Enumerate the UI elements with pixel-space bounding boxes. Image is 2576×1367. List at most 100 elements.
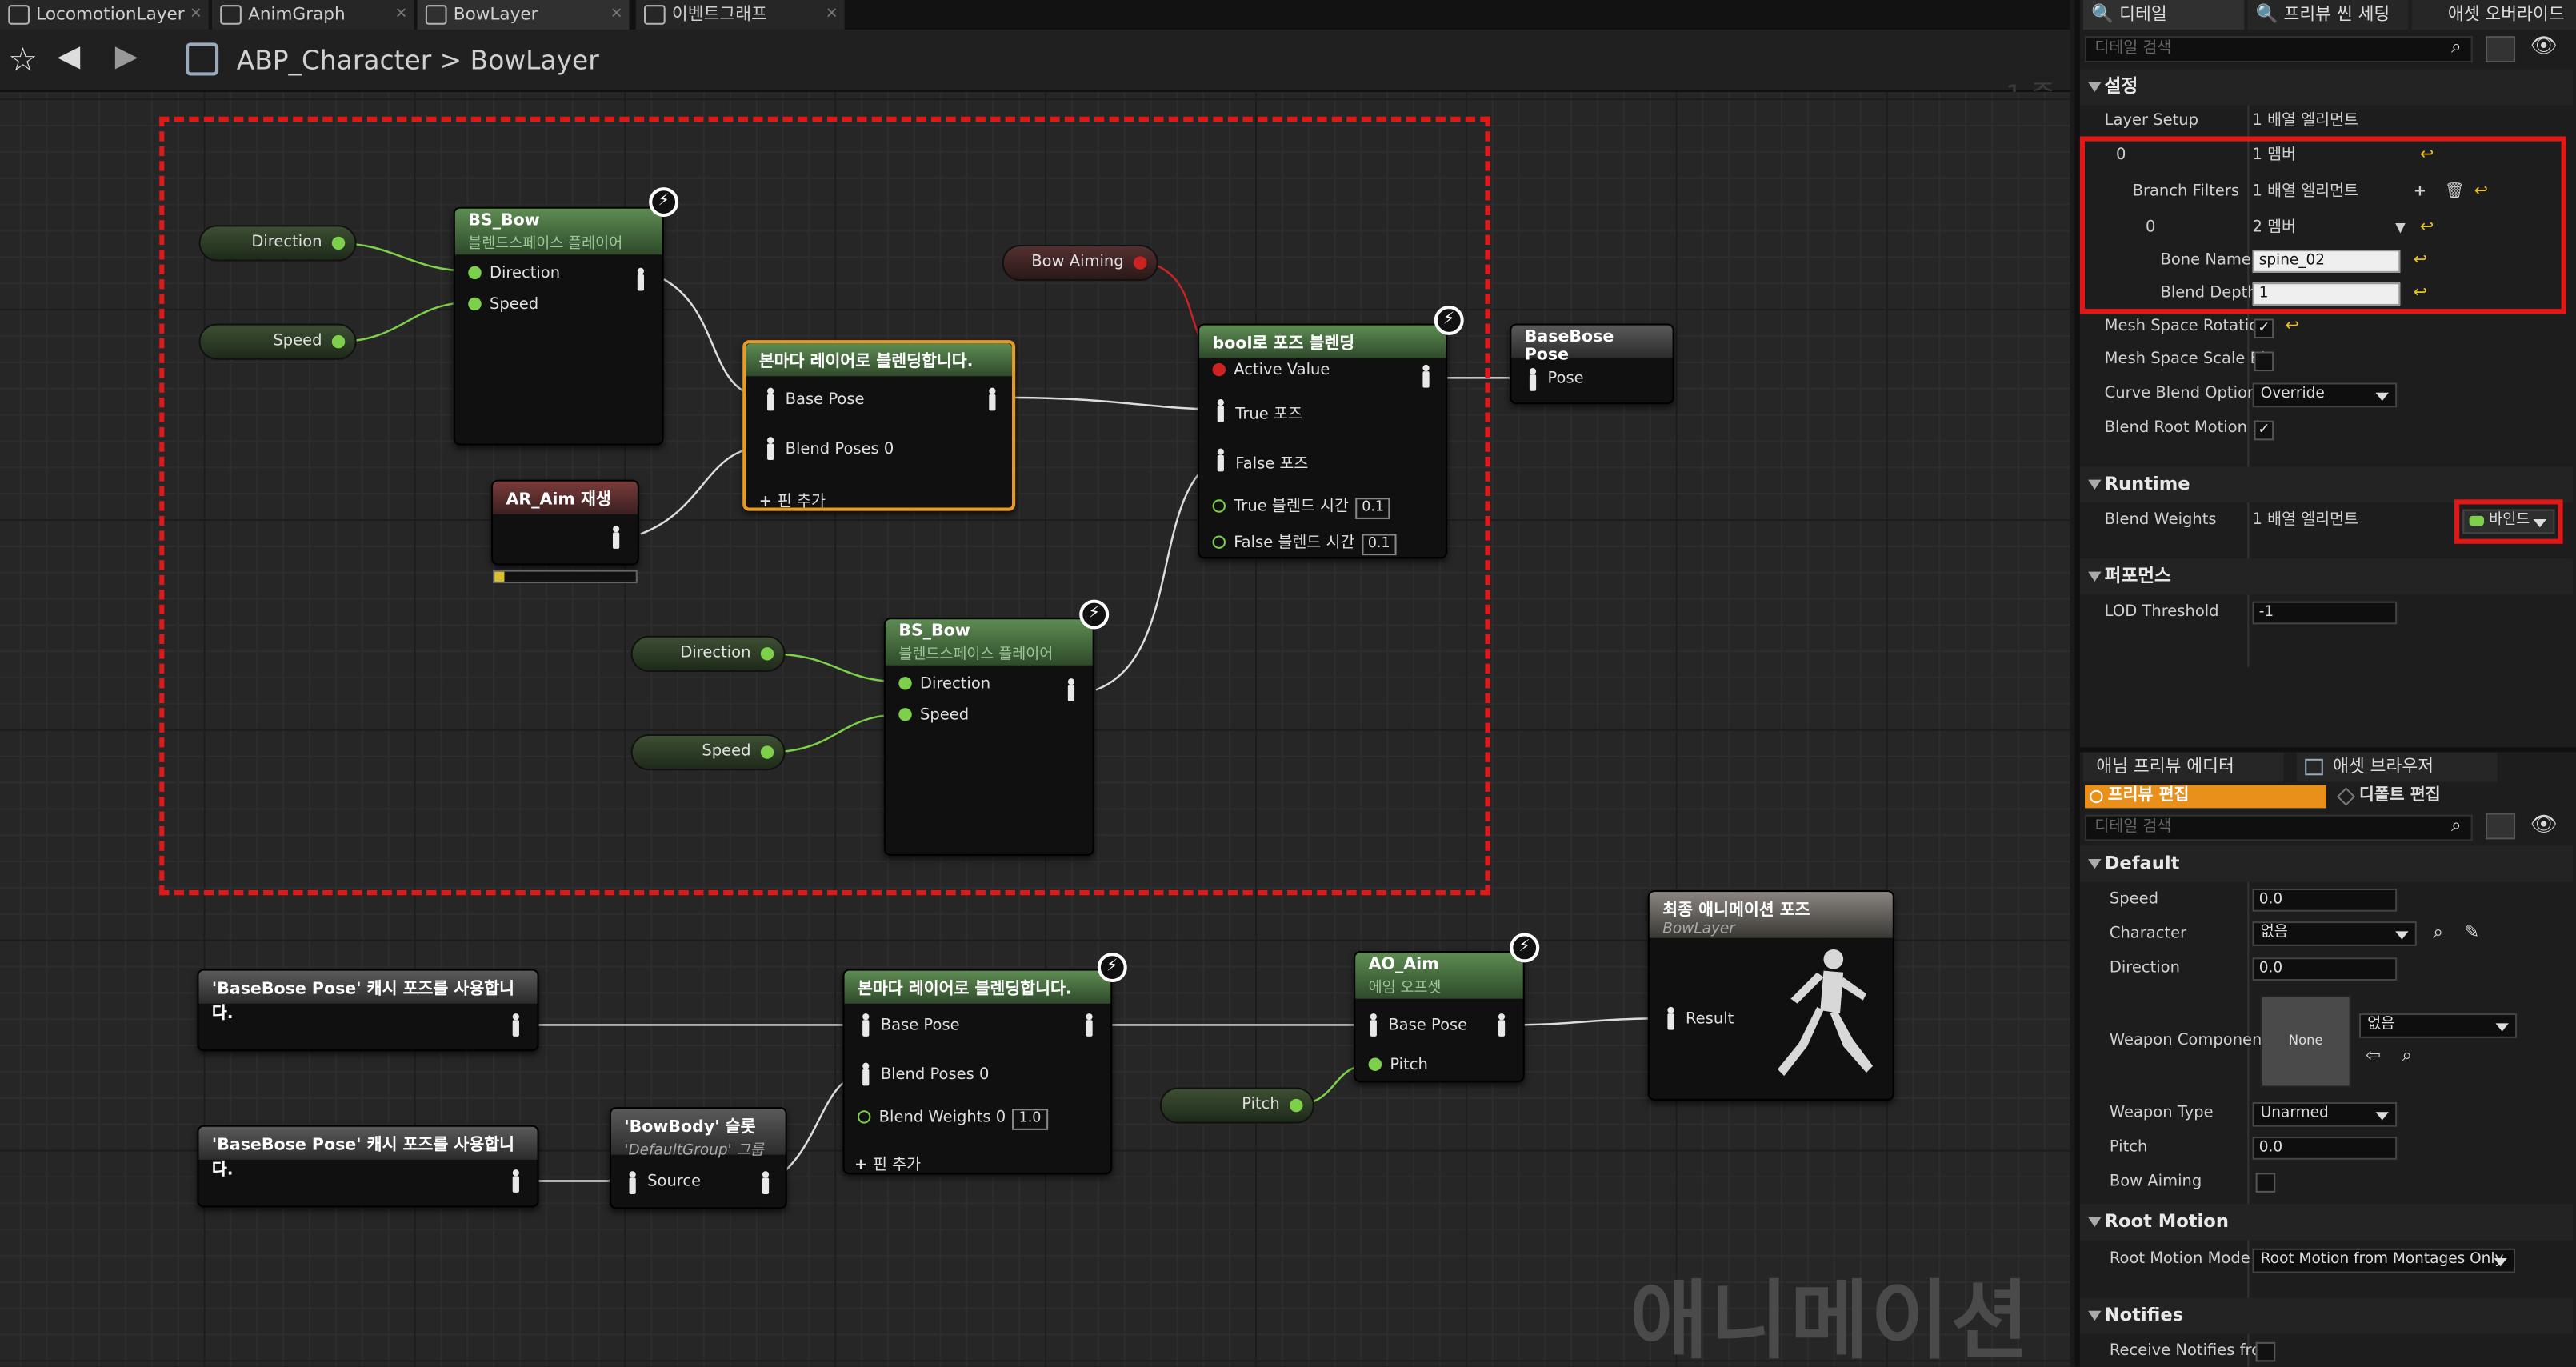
speed-variable-2[interactable]: Speed xyxy=(630,733,786,771)
pose-output-pin[interactable] xyxy=(611,526,621,549)
pose-output-pin[interactable] xyxy=(511,1169,521,1193)
defaults-edit-toggle[interactable]: 디폴트 편집 xyxy=(2336,785,2566,809)
pitch-pin[interactable]: Pitch xyxy=(1368,1056,1428,1074)
pose-input-pin[interactable] xyxy=(1528,368,1538,391)
weapon-component-dropdown[interactable]: 없음 xyxy=(2358,1013,2518,1038)
view-options-grid-icon[interactable] xyxy=(2486,36,2516,63)
tab-asset-browser[interactable]: 애셋 브라우저 xyxy=(2296,752,2498,782)
settings-section-header[interactable]: 설정 xyxy=(2079,69,2573,106)
mesh-space-scale-checkbox[interactable] xyxy=(2254,351,2274,372)
pose-output-pin[interactable] xyxy=(511,1013,521,1037)
weapon-thumbnail[interactable]: None xyxy=(2260,995,2351,1088)
sequence-player-node[interactable]: AR_Aim 재생 xyxy=(491,479,639,566)
aim-offset-node[interactable]: AO_Aim 에임 오프셋 Base Pose Pitch xyxy=(1354,951,1525,1083)
bow-aiming-variable[interactable]: Bow Aiming xyxy=(1002,244,1158,282)
mesh-space-rotation-checkbox[interactable]: ✓ xyxy=(2254,318,2274,339)
output-pin[interactable] xyxy=(760,745,774,759)
speed-pin[interactable]: Speed xyxy=(898,706,969,725)
output-pin[interactable] xyxy=(1290,1098,1303,1113)
source-input-pin[interactable] xyxy=(627,1171,637,1194)
blend-weight-value[interactable]: 1.0 xyxy=(1012,1109,1048,1130)
result-input-pin[interactable] xyxy=(1666,1006,1675,1030)
base-pose-input-pin[interactable] xyxy=(861,1013,870,1037)
speed-field[interactable]: 0.0 xyxy=(2252,888,2398,912)
output-pin[interactable] xyxy=(1133,256,1147,270)
eye-icon[interactable]: 👁 xyxy=(2530,813,2558,838)
browse-magnifier-icon[interactable]: ⌕ xyxy=(2402,1045,2412,1068)
browse-magnifier-icon[interactable]: ⌕ xyxy=(2433,921,2443,945)
tab-preview-scene-settings[interactable]: 🔍 프리뷰 씬 세팅 xyxy=(2247,0,2409,30)
lod-threshold-field[interactable]: -1 xyxy=(2252,601,2398,625)
character-dropdown[interactable]: 없음 xyxy=(2252,921,2417,946)
tab-anim-preview-editor[interactable]: 애님 프리뷰 에디터 xyxy=(2082,752,2284,782)
true-blend-time-pin[interactable]: True 블렌드 시간 0.1 xyxy=(1212,493,1391,519)
pitch-variable[interactable]: Pitch xyxy=(1159,1087,1314,1124)
false-blend-time-pin[interactable]: False 블렌드 시간 0.1 xyxy=(1212,529,1397,556)
pose-output-pin[interactable] xyxy=(1421,364,1430,388)
false-pose-input-pin[interactable] xyxy=(1216,448,1226,472)
add-pin-button[interactable]: + 핀 추가 xyxy=(759,488,826,511)
eyedropper-icon[interactable]: ✎ xyxy=(2464,921,2479,943)
pose-output-pin[interactable] xyxy=(1066,678,1076,701)
eye-icon[interactable]: 👁 xyxy=(2530,34,2558,59)
add-pin-button[interactable]: + 핀 추가 xyxy=(854,1152,921,1175)
false-blend-time-value[interactable]: 0.1 xyxy=(1361,534,1397,556)
base-pose-input-pin[interactable] xyxy=(1369,1013,1378,1037)
speed-pin[interactable]: Speed xyxy=(468,296,538,314)
performance-section-header[interactable]: 퍼포먼스 xyxy=(2079,558,2573,595)
preview-search-input[interactable]: 디테일 검색 xyxy=(2085,814,2473,841)
reset-arrow-icon[interactable]: ↩ xyxy=(2286,317,2299,335)
direction-variable[interactable]: Direction xyxy=(198,225,357,262)
pitch-field[interactable]: 0.0 xyxy=(2252,1137,2398,1160)
curve-blend-dropdown[interactable]: Override xyxy=(2252,382,2398,408)
blend-poses-by-bool-node[interactable]: bool로 포즈 블렌딩 Active Value True 포즈 False … xyxy=(1198,323,1448,559)
use-selected-arrow-icon[interactable]: ⇦ xyxy=(2366,1045,2381,1066)
blend-poses-input-pin[interactable] xyxy=(766,437,775,461)
root-motion-mode-dropdown[interactable]: Root Motion from Montages Only xyxy=(2252,1248,2516,1273)
speed-variable[interactable]: Speed xyxy=(198,323,357,360)
bow-aiming-checkbox[interactable] xyxy=(2255,1173,2276,1193)
blend-poses-input-pin[interactable] xyxy=(861,1062,870,1086)
output-pin[interactable] xyxy=(760,647,774,661)
direction-variable-2[interactable]: Direction xyxy=(630,635,786,672)
output-pin[interactable] xyxy=(331,236,346,250)
pose-output-pin[interactable] xyxy=(761,1171,770,1194)
true-pose-input-pin[interactable] xyxy=(1216,399,1226,422)
true-blend-time-value[interactable]: 0.1 xyxy=(1355,498,1391,519)
save-cached-pose-node[interactable]: BaseBose Pose Pose xyxy=(1510,323,1674,405)
output-pin[interactable] xyxy=(331,334,346,349)
node-subtitle: BowLayer xyxy=(1662,921,1735,938)
view-options-grid-icon[interactable] xyxy=(2486,813,2516,840)
direction-pin[interactable]: Direction xyxy=(468,265,560,282)
root-motion-section-header[interactable]: Root Motion xyxy=(2079,1204,2573,1241)
preview-edit-toggle[interactable]: 프리뷰 편집 xyxy=(2085,785,2326,809)
pose-output-pin[interactable] xyxy=(1497,1013,1506,1037)
false-pose-label: False 포즈 xyxy=(1235,454,1309,474)
runtime-section-header[interactable]: Runtime xyxy=(2079,466,2573,503)
notifies-section-header[interactable]: Notifies xyxy=(2079,1297,2573,1334)
base-pose-input-pin[interactable] xyxy=(766,387,775,411)
details-search-input[interactable]: 디테일 검색 xyxy=(2085,36,2473,63)
weapon-type-dropdown[interactable]: Unarmed xyxy=(2252,1101,2398,1127)
use-cached-pose-node[interactable]: 'BaseBose Pose' 캐시 포즈를 사용합니다. xyxy=(197,969,539,1052)
blend-root-motion-checkbox[interactable]: ✓ xyxy=(2254,420,2274,441)
use-cached-pose-node-2[interactable]: 'BaseBose Pose' 캐시 포즈를 사용합니다. xyxy=(197,1125,539,1208)
output-pose-node[interactable]: 최종 애니메이션 포즈 BowLayer Result xyxy=(1647,890,1894,1101)
default-section-header[interactable]: Default xyxy=(2079,845,2573,882)
receive-notifies-checkbox[interactable] xyxy=(2255,1341,2276,1362)
pose-output-pin[interactable] xyxy=(1084,1013,1094,1037)
blendspace-player-node[interactable]: BS_Bow 블렌드스페이스 플레이어 Direction Speed xyxy=(453,206,664,446)
layered-blend-per-bone-node-2[interactable]: 본마다 레이어로 블렌딩합니다. Base Pose Blend Poses 0… xyxy=(842,969,1113,1175)
direction-pin[interactable]: Direction xyxy=(898,675,990,693)
active-value-pin[interactable]: Active Value xyxy=(1212,362,1330,379)
blendspace-player-node-2[interactable]: BS_Bow 블렌드스페이스 플레이어 Direction Speed xyxy=(883,618,1094,856)
direction-field[interactable]: 0.0 xyxy=(2252,957,2398,981)
tab-details[interactable]: 🔍 디테일 xyxy=(2082,0,2245,30)
slot-node[interactable]: 'BowBody' 슬롯 'DefaultGroup' 그룹 Source xyxy=(609,1107,787,1209)
pose-output-pin[interactable] xyxy=(636,267,646,291)
blend-weights-pin[interactable]: Blend Weights 0 1.0 xyxy=(857,1109,1048,1130)
bind-dropdown[interactable]: 바인드 xyxy=(2462,509,2555,534)
layered-blend-per-bone-node[interactable]: 본마다 레이어로 블렌딩합니다. Base Pose Blend Poses 0… xyxy=(742,340,1016,511)
pose-output-pin[interactable] xyxy=(987,387,997,411)
tab-asset-override[interactable]: 애셋 오버라이드 xyxy=(2411,0,2576,30)
